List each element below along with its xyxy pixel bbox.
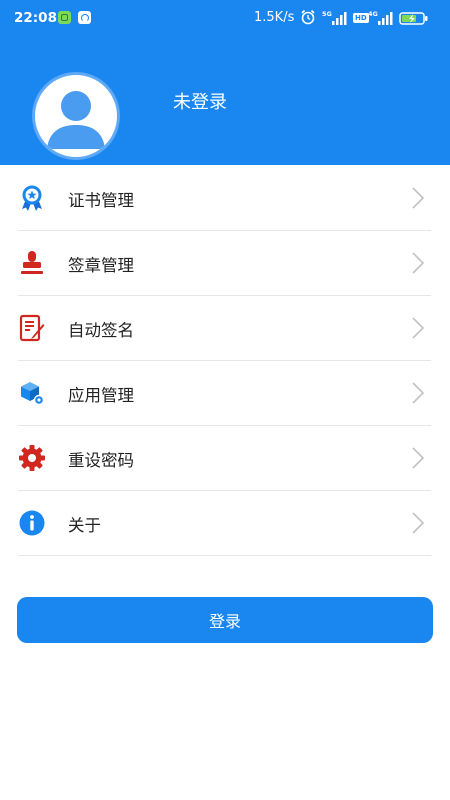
signal-icon: 5G: [322, 10, 347, 25]
info-icon: [19, 510, 45, 536]
chevron-right-icon: [412, 252, 425, 274]
settings-menu: 证书管理 签章管理 自动签名 应用管理 重设密码 关于: [0, 166, 450, 556]
stamp-icon: [21, 251, 43, 274]
status-bar: 22:08 1.5K/s 5G HD 4G: [0, 0, 450, 36]
menu-item-label: 自动签名: [68, 321, 134, 340]
chevron-right-icon: [412, 382, 425, 404]
menu-item-about[interactable]: 关于: [18, 491, 431, 556]
menu-item-label: 关于: [68, 516, 101, 535]
app-cube-settings-icon: [21, 382, 45, 406]
login-button[interactable]: 登录: [17, 597, 433, 643]
signal1-label: 5G: [322, 10, 332, 18]
menu-item-certificate-management[interactable]: 证书管理: [18, 166, 431, 231]
avatar[interactable]: [32, 72, 120, 160]
menu-item-label: 重设密码: [68, 451, 134, 470]
chevron-right-icon: [412, 187, 425, 209]
app-notification-icon: [58, 11, 71, 24]
gear-icon: [19, 445, 45, 471]
login-status-text[interactable]: 未登录: [173, 88, 227, 114]
menu-item-app-management[interactable]: 应用管理: [18, 361, 431, 426]
header: 22:08 1.5K/s 5G HD 4G 未登录: [0, 0, 450, 165]
hd-icon: HD: [353, 13, 369, 23]
browser-icon: [78, 11, 91, 24]
network-speed: 1.5K/s: [254, 10, 295, 25]
signal-icon: 4G: [368, 10, 393, 25]
status-time: 22:08: [14, 10, 57, 26]
certificate-badge-icon: [22, 185, 42, 211]
menu-item-stamp-management[interactable]: 签章管理: [18, 231, 431, 296]
battery-charging-icon: [399, 12, 428, 25]
menu-item-reset-password[interactable]: 重设密码: [18, 426, 431, 491]
signature-document-icon: [19, 314, 45, 342]
alarm-icon: [301, 9, 315, 25]
menu-item-label: 应用管理: [68, 386, 134, 405]
chevron-right-icon: [412, 317, 425, 339]
menu-item-label: 证书管理: [68, 191, 134, 210]
user-avatar-icon: [47, 91, 105, 149]
menu-item-auto-signature[interactable]: 自动签名: [18, 296, 431, 361]
chevron-right-icon: [412, 447, 425, 469]
menu-item-label: 签章管理: [68, 256, 134, 275]
signal2-label: 4G: [368, 10, 378, 18]
chevron-right-icon: [412, 512, 425, 534]
